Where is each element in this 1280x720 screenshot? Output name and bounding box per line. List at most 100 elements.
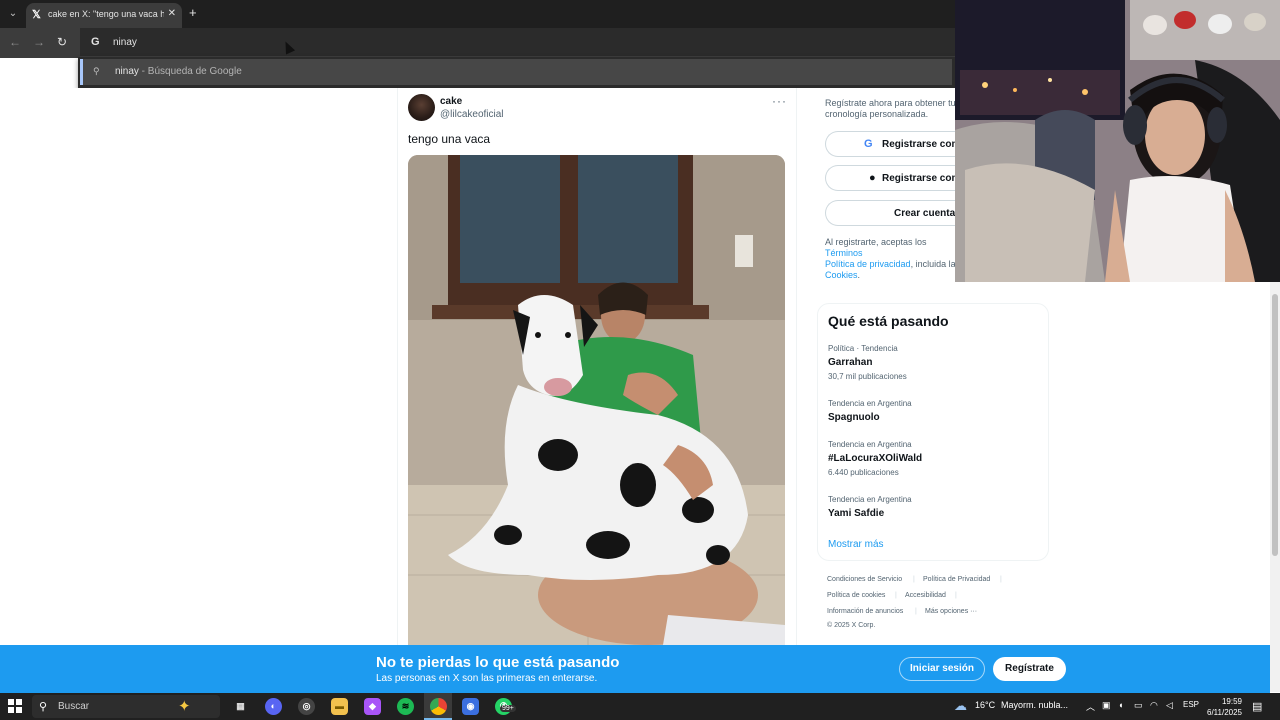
- omnibox-suggestions: ⚲ ninay - Búsqueda de Google: [78, 56, 956, 88]
- suggestion-row[interactable]: ⚲ ninay - Búsqueda de Google: [80, 59, 952, 85]
- trend-title: Spagnuolo: [828, 412, 880, 423]
- footer-separator: |: [895, 592, 897, 599]
- trend-title: Yami Safdie: [828, 508, 885, 519]
- footer-cookies-link[interactable]: Política de cookies: [827, 592, 885, 599]
- register-button[interactable]: Regístrate: [993, 657, 1066, 681]
- clock-time: 19:59: [1221, 697, 1242, 706]
- trend-context: Tendencia en Argentina: [828, 399, 912, 408]
- spotify-icon[interactable]: ≋: [397, 698, 414, 715]
- tab-close-icon[interactable]: ✕: [168, 8, 176, 19]
- footer-separator: |: [915, 608, 917, 615]
- copilot-sparkle-icon: ✦: [178, 698, 191, 715]
- webcam-illustration: [955, 0, 1280, 282]
- obs-icon[interactable]: ◎: [298, 698, 315, 715]
- signup-description: Regístrate ahora para obtener tu cronolo…: [825, 98, 956, 119]
- tray-app-icon[interactable]: ▣: [1102, 700, 1111, 711]
- discord-icon[interactable]: ◐: [265, 698, 282, 715]
- trend-title: Garrahan: [828, 357, 873, 368]
- taskbar-search-placeholder: Buscar: [58, 701, 90, 712]
- avatar[interactable]: [408, 94, 435, 121]
- language-indicator[interactable]: ESP: [1183, 700, 1199, 709]
- tweet-photo[interactable]: [408, 155, 785, 645]
- app-icon[interactable]: ◉: [462, 698, 479, 715]
- copilot-icon[interactable]: ◆: [364, 698, 381, 715]
- signup-google-button[interactable]: G Registrarse con: [825, 131, 965, 157]
- create-account-button[interactable]: Crear cuenta: [825, 200, 965, 226]
- browser-tab[interactable]: 𝕏 cake en X: "tengo una vaca http ✕: [26, 3, 182, 28]
- footer-terms-link[interactable]: Condiciones de Servicio: [827, 576, 902, 583]
- tray-chevron-icon[interactable]: ︿: [1086, 700, 1095, 713]
- signup-apple-label: Registrarse con: [882, 173, 958, 184]
- google-icon: G: [864, 138, 873, 150]
- weather-icon[interactable]: ☁: [954, 698, 967, 714]
- wifi-icon[interactable]: ◠: [1150, 700, 1158, 711]
- show-more-link[interactable]: Mostrar más: [828, 539, 884, 550]
- more-options-icon[interactable]: ···: [772, 94, 787, 108]
- windows-start-icon[interactable]: [8, 699, 22, 713]
- trend-item[interactable]: Tendencia en Argentina #LaLocuraXOliWald…: [828, 440, 922, 477]
- apple-icon: ●: [869, 172, 876, 184]
- footer-accessibility-link[interactable]: Accesibilidad: [905, 592, 946, 599]
- weather-desc[interactable]: Mayorm. nubla...: [1001, 700, 1068, 710]
- footer-separator: |: [913, 576, 915, 583]
- column-divider-left: [397, 88, 398, 645]
- photo-illustration: [408, 155, 785, 645]
- trends-panel: Qué está pasando Política · Tendencia Ga…: [817, 303, 1049, 561]
- trend-count: 30,7 mil publicaciones: [828, 372, 907, 381]
- windows-taskbar: ⚲ Buscar ✦ ▦ ◐ ◎ ▬ ◆ ≋ ◉ ✆ 99+ ☁ 16°C Ma…: [0, 693, 1280, 720]
- file-explorer-icon[interactable]: ▬: [331, 698, 348, 715]
- address-bar[interactable]: G ninay: [80, 28, 956, 58]
- signup-apple-button[interactable]: ● Registrarse con: [825, 165, 965, 191]
- tweet-author-name[interactable]: cake: [440, 96, 462, 107]
- notifications-icon[interactable]: ▤: [1252, 700, 1262, 713]
- taskbar-search[interactable]: ⚲ Buscar ✦: [32, 695, 220, 718]
- forward-arrow-icon[interactable]: →: [33, 35, 45, 49]
- terms-prefix: Al registrarte, aceptas los: [825, 237, 927, 247]
- clock-date: 6/11/2025: [1207, 708, 1242, 717]
- login-button[interactable]: Iniciar sesión: [899, 657, 985, 681]
- reload-icon[interactable]: ↻: [57, 35, 67, 49]
- chrome-icon[interactable]: [430, 698, 447, 715]
- trend-item[interactable]: Política · Tendencia Garrahan 30,7 mil p…: [828, 344, 907, 381]
- column-divider-right: [796, 88, 797, 645]
- trends-heading: Qué está pasando: [828, 313, 949, 329]
- weather-temp[interactable]: 16°C: [975, 700, 995, 710]
- trend-item[interactable]: Tendencia en Argentina Spagnuolo: [828, 399, 912, 423]
- volume-icon[interactable]: ◁: [1166, 700, 1173, 711]
- tab-search-chevron-icon[interactable]: ⌄: [4, 5, 22, 23]
- terms-middle: , incluida la: [910, 259, 956, 269]
- google-g-icon: G: [91, 36, 100, 48]
- new-tab-icon[interactable]: +: [189, 6, 197, 20]
- trend-context: Tendencia en Argentina: [828, 495, 912, 504]
- footer-more-link[interactable]: Más opciones ···: [925, 608, 977, 615]
- address-input-value[interactable]: ninay: [113, 37, 137, 48]
- task-view-icon[interactable]: ▦: [232, 698, 249, 715]
- footer-privacy-link[interactable]: Política de Privacidad: [923, 576, 990, 583]
- footer-separator: |: [955, 592, 957, 599]
- back-arrow-icon[interactable]: ←: [9, 35, 21, 49]
- suggestion-query: ninay: [115, 66, 139, 77]
- signup-terms: Al registrarte, aceptas los Términos Pol…: [825, 237, 956, 280]
- trend-item[interactable]: Tendencia en Argentina Yami Safdie: [828, 495, 912, 519]
- privacy-link[interactable]: Política de privacidad: [825, 259, 911, 269]
- scrollbar-thumb[interactable]: [1272, 294, 1278, 556]
- microphone-icon[interactable]: ◖: [1118, 700, 1123, 710]
- page-scrollbar[interactable]: [1270, 282, 1280, 692]
- login-banner: No te pierdas lo que está pasando Las pe…: [0, 645, 1270, 693]
- search-icon: ⚲: [39, 701, 48, 713]
- trend-context: Tendencia en Argentina: [828, 440, 912, 449]
- suggestion-suffix: - Búsqueda de Google: [138, 66, 242, 77]
- create-account-label: Crear cuenta: [894, 208, 956, 219]
- system-clock[interactable]: 19:59 6/11/2025: [1202, 696, 1242, 718]
- tab-title: cake en X: "tengo una vaca http: [48, 9, 164, 19]
- x-logo-icon: 𝕏: [32, 9, 41, 21]
- trend-count: 6.440 publicaciones: [828, 468, 899, 477]
- terms-link[interactable]: Términos: [825, 248, 863, 258]
- cookies-link[interactable]: Cookies: [825, 270, 858, 280]
- footer-copyright: © 2025 X Corp.: [827, 622, 876, 629]
- network-icon[interactable]: ▭: [1134, 700, 1143, 711]
- tweet-author-handle[interactable]: @lilcakeoficial: [440, 109, 504, 120]
- search-icon: ⚲: [93, 66, 100, 76]
- tweet-text: tengo una vaca: [408, 132, 491, 146]
- footer-ads-link[interactable]: Información de anuncios: [827, 608, 903, 615]
